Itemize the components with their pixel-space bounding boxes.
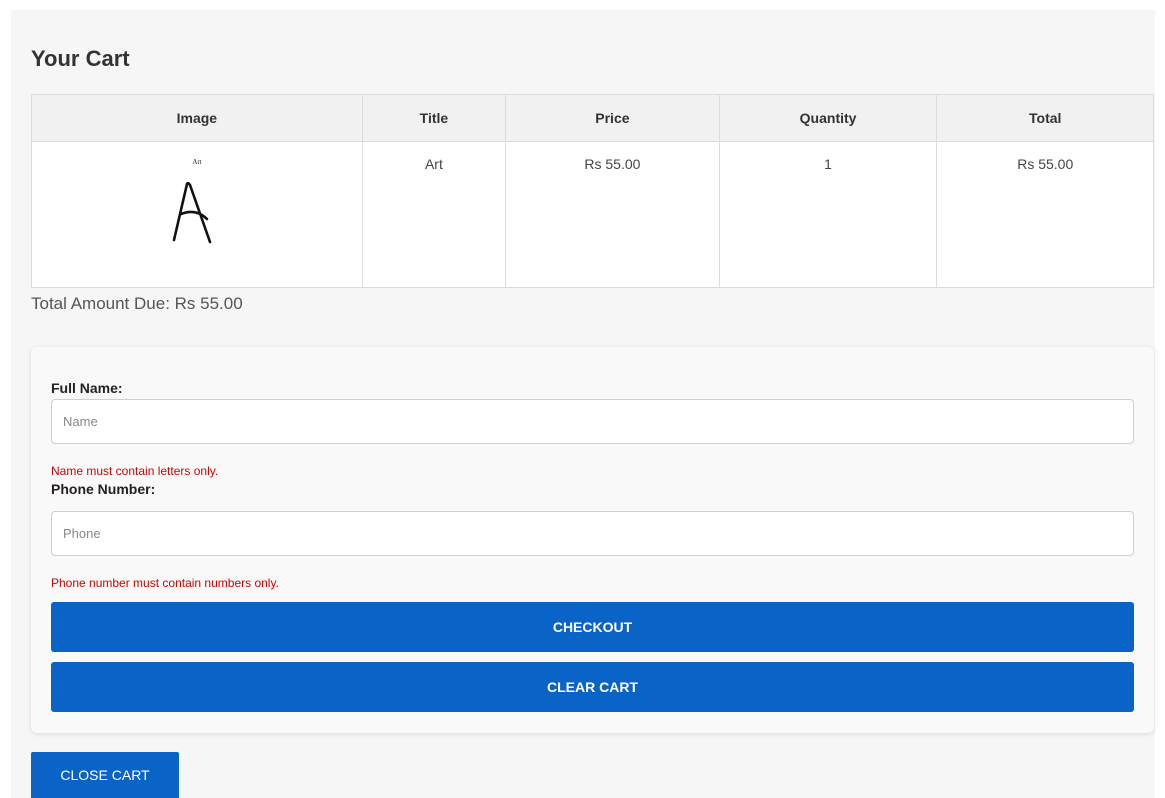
full-name-input[interactable]: [51, 399, 1134, 444]
cart-table: Image Title Price Quantity Total Art A A…: [31, 94, 1154, 288]
cell-price: Rs 55.00: [505, 141, 720, 288]
phone-number-input[interactable]: [51, 511, 1134, 556]
cart-page: Your Cart Image Title Price Quantity Tot…: [11, 10, 1155, 798]
cart-title: Your Cart: [31, 46, 130, 71]
close-cart-button[interactable]: CLOSE CART: [31, 752, 179, 798]
cell-title: Art: [361, 141, 507, 288]
table-header-row: Image Title Price Quantity Total: [31, 94, 1154, 142]
product-image: Art A: [172, 158, 212, 244]
column-header-title: Title: [361, 94, 507, 142]
column-header-total: Total: [936, 94, 1154, 142]
total-amount-due: Total Amount Due: Rs 55.00: [31, 294, 243, 313]
table-row: Art A Art Rs 55.00 1 Rs 55.00: [31, 141, 1154, 288]
checkout-button[interactable]: CHECKOUT: [51, 602, 1134, 652]
column-header-quantity: Quantity: [718, 94, 938, 142]
clear-cart-button[interactable]: CLEAR CART: [51, 662, 1134, 712]
cell-quantity: 1: [718, 141, 938, 288]
product-image-caption: Art: [192, 158, 201, 166]
full-name-label: Full Name:: [51, 380, 123, 396]
name-error-message: Name must contain letters only.: [51, 464, 219, 478]
checkout-form: Full Name: Name must contain letters onl…: [31, 347, 1154, 733]
column-header-price: Price: [505, 94, 720, 142]
phone-number-label: Phone Number:: [51, 481, 156, 497]
column-header-image: Image: [31, 94, 363, 142]
phone-error-message: Phone number must contain numbers only.: [51, 576, 279, 590]
cell-image: Art A: [31, 141, 363, 288]
cell-total: Rs 55.00: [936, 141, 1154, 288]
